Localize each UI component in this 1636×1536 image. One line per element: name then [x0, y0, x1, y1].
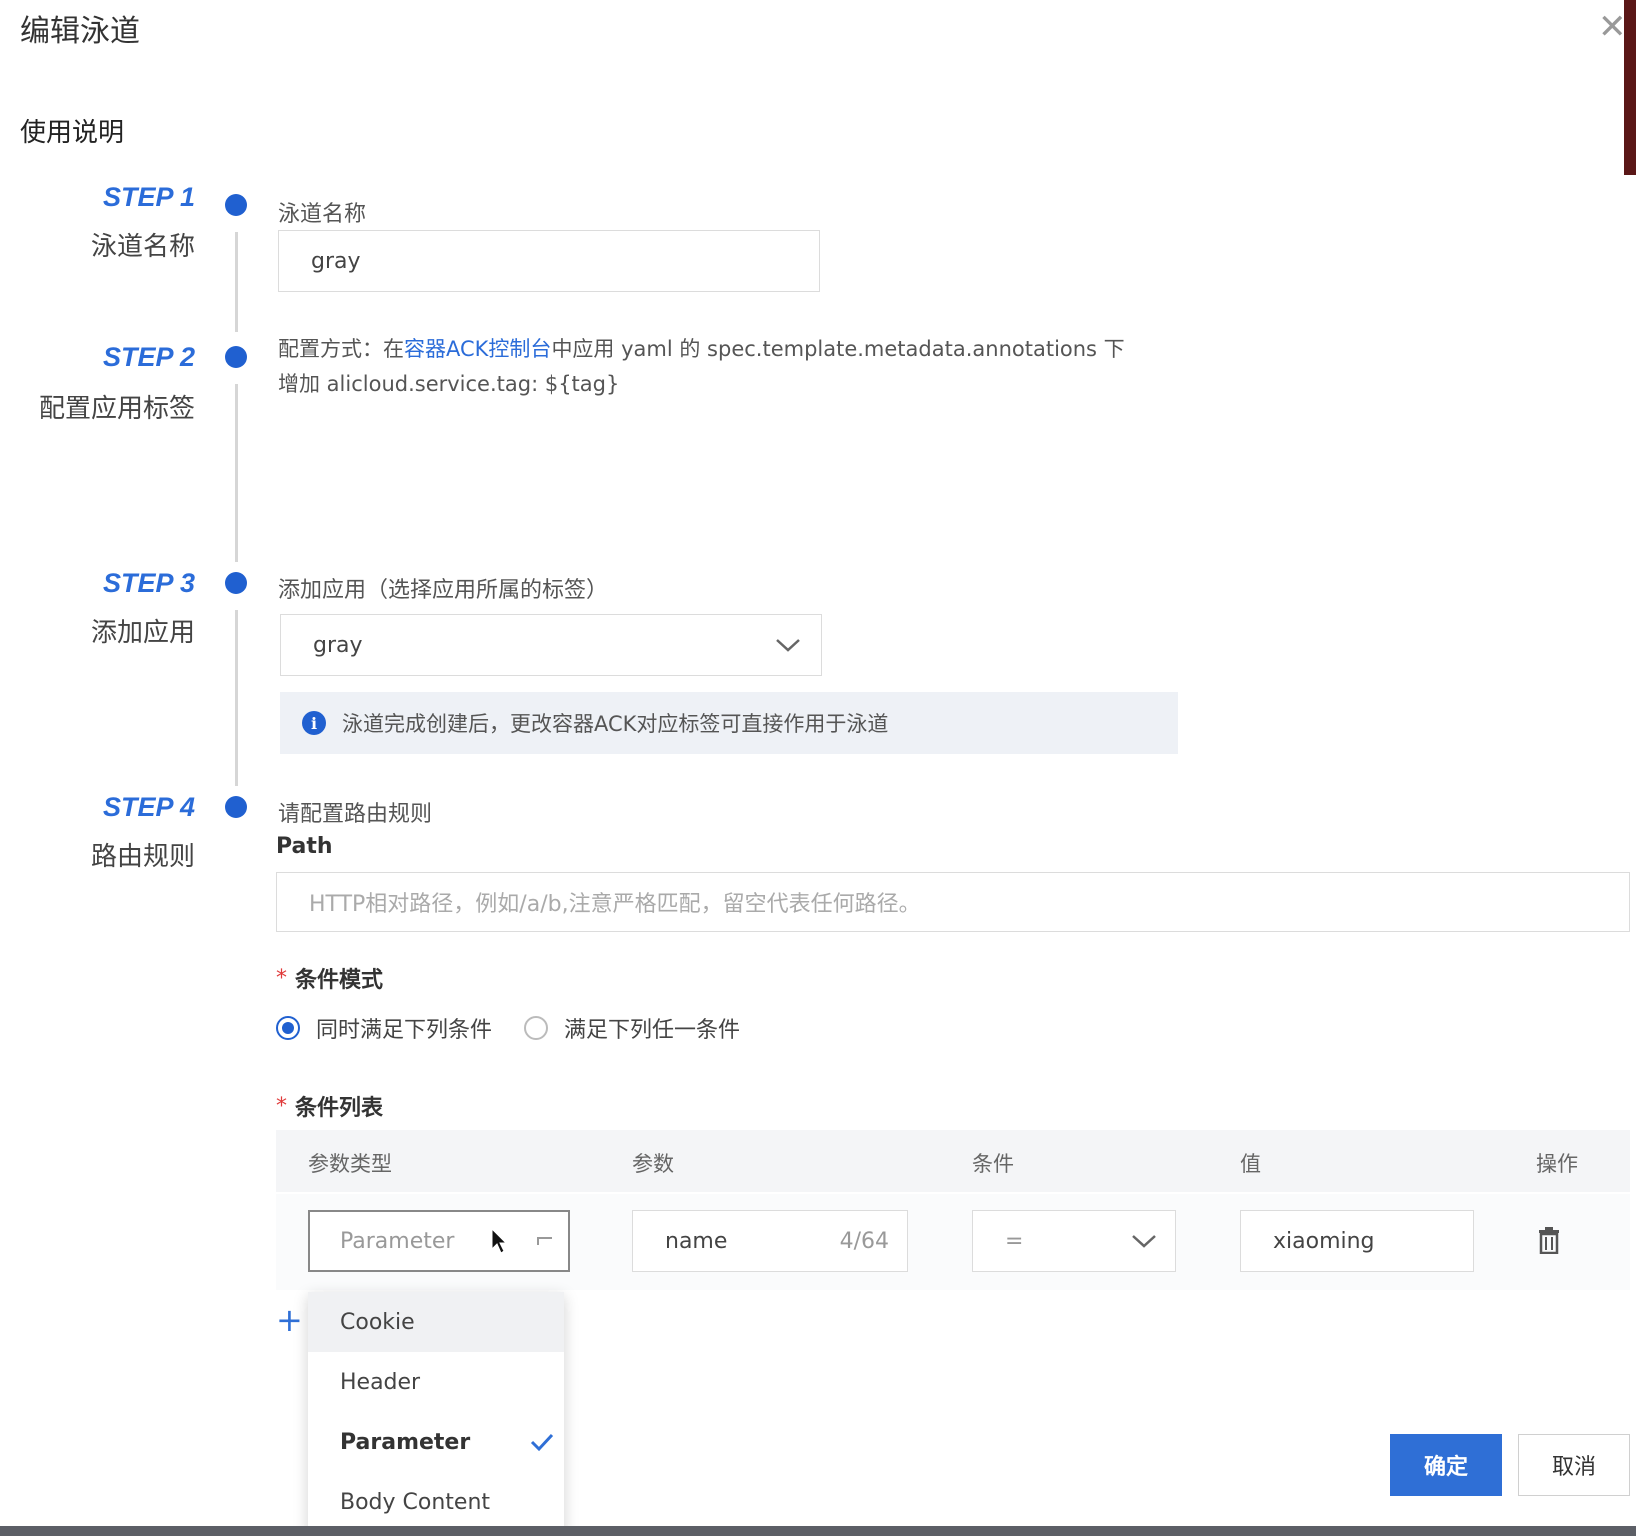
param-value: name [665, 1228, 728, 1254]
dialog-title: 编辑泳道 [20, 14, 140, 49]
radio-all-label: 同时满足下列条件 [316, 1018, 493, 1043]
add-condition-icon[interactable]: + [276, 1304, 303, 1336]
step-line [235, 610, 238, 786]
option-label: Body Content [340, 1489, 491, 1515]
option-label: Header [340, 1369, 421, 1395]
edge-bar [1624, 0, 1636, 175]
radio-any[interactable]: 满足下列任一条件 [524, 1012, 740, 1044]
ack-console-link[interactable]: 容器ACK控制台 [404, 337, 551, 361]
dropdown-option-parameter[interactable]: Parameter [308, 1412, 564, 1472]
cursor-icon [491, 1227, 508, 1254]
param-count: 4/64 [839, 1228, 889, 1254]
step-line [235, 384, 238, 562]
condition-select[interactable]: = [972, 1210, 1176, 1272]
app-select-value: gray [313, 632, 363, 658]
col-condition: 条件 [972, 1152, 1014, 1176]
step-1-dot [225, 194, 247, 216]
config-prefix: 配置方式：在 [278, 337, 404, 361]
required-mark: * [276, 965, 287, 991]
radio-all-circle[interactable] [276, 1016, 300, 1040]
col-action: 操作 [1536, 1152, 1578, 1176]
chevron-icon [537, 1237, 552, 1245]
condition-mode-field: * 条件模式 [276, 962, 383, 994]
config-line-2: 增加 alicloud.service.tag: ${tag} [278, 372, 620, 396]
lane-name-label: 泳道名称 [278, 202, 367, 227]
value-text: xiaoming [1273, 1228, 1375, 1254]
step-4-sub: 路由规则 [90, 842, 195, 872]
condition-mode-label: 条件模式 [295, 968, 384, 993]
param-input[interactable]: name 4/64 [632, 1210, 908, 1272]
dropdown-option-header[interactable]: Header [308, 1352, 564, 1412]
close-icon[interactable]: ✕ [1598, 10, 1627, 44]
lane-name-value: gray [311, 248, 361, 274]
col-param: 参数 [632, 1152, 674, 1176]
cancel-button[interactable]: 取消 [1518, 1434, 1630, 1496]
app-select[interactable]: gray [280, 614, 822, 676]
check-icon [530, 1433, 554, 1452]
step-2-sub: 配置应用标签 [38, 394, 195, 424]
col-param-type: 参数类型 [308, 1152, 392, 1176]
info-icon: i [302, 711, 326, 735]
step-1-label: STEP 1 [102, 182, 195, 212]
dropdown-option-body-content[interactable]: Body Content [308, 1472, 564, 1532]
step-3-label: STEP 3 [102, 568, 195, 598]
delete-icon[interactable] [1538, 1226, 1560, 1258]
section-title: 使用说明 [20, 118, 125, 148]
param-type-select[interactable]: Parameter [308, 1210, 570, 1272]
option-label: Cookie [340, 1309, 415, 1335]
param-type-dropdown: Cookie Header Parameter Body Content [308, 1292, 564, 1536]
config-description: 配置方式：在容器ACK控制台中应用 yaml 的 spec.template.m… [278, 332, 1298, 402]
confirm-button[interactable]: 确定 [1390, 1434, 1502, 1496]
radio-any-label: 满足下列任一条件 [564, 1018, 741, 1043]
step-3-dot [225, 572, 247, 594]
condition-value: = [1005, 1228, 1024, 1254]
col-value: 值 [1240, 1152, 1261, 1176]
config-suffix: 中应用 yaml 的 spec.template.metadata.annota… [551, 337, 1125, 361]
path-label: Path [276, 834, 333, 859]
route-hint: 请配置路由规则 [278, 802, 433, 827]
condition-mode-radios: 同时满足下列条件 满足下列任一条件 [276, 1012, 740, 1044]
bottom-bar [0, 1526, 1636, 1536]
notice-text: 泳道完成创建后，更改容器ACK对应标签可直接作用于泳道 [342, 712, 889, 736]
condition-list-field: * 条件列表 [276, 1090, 383, 1122]
chevron-down-icon [1132, 1235, 1156, 1248]
step-2-dot [225, 346, 247, 368]
param-type-placeholder: Parameter [340, 1228, 455, 1254]
param-type-icons [490, 1227, 554, 1255]
lane-name-input[interactable]: gray [278, 230, 820, 292]
step-3-sub: 添加应用 [90, 618, 195, 648]
add-app-label: 添加应用（选择应用所属的标签） [278, 578, 609, 603]
option-label: Parameter [340, 1429, 471, 1455]
step-4-label: STEP 4 [102, 792, 195, 822]
info-notice: i 泳道完成创建后，更改容器ACK对应标签可直接作用于泳道 [280, 692, 1178, 754]
condition-list-label: 条件列表 [295, 1096, 384, 1121]
value-input[interactable]: xiaoming [1240, 1210, 1474, 1272]
path-input[interactable]: HTTP相对路径，例如/a/b,注意严格匹配，留空代表任何路径。 [276, 872, 1630, 932]
path-placeholder: HTTP相对路径，例如/a/b,注意严格匹配，留空代表任何路径。 [309, 892, 921, 917]
step-2-label: STEP 2 [102, 342, 195, 372]
step-line [235, 232, 238, 332]
step-1-sub: 泳道名称 [90, 232, 195, 262]
dropdown-option-cookie[interactable]: Cookie [308, 1292, 564, 1352]
radio-all[interactable]: 同时满足下列条件 [276, 1012, 492, 1044]
radio-any-circle[interactable] [524, 1016, 549, 1040]
table-header [276, 1130, 1630, 1192]
chevron-down-icon [776, 639, 800, 652]
step-4-dot [225, 796, 247, 818]
required-mark: * [276, 1093, 287, 1119]
